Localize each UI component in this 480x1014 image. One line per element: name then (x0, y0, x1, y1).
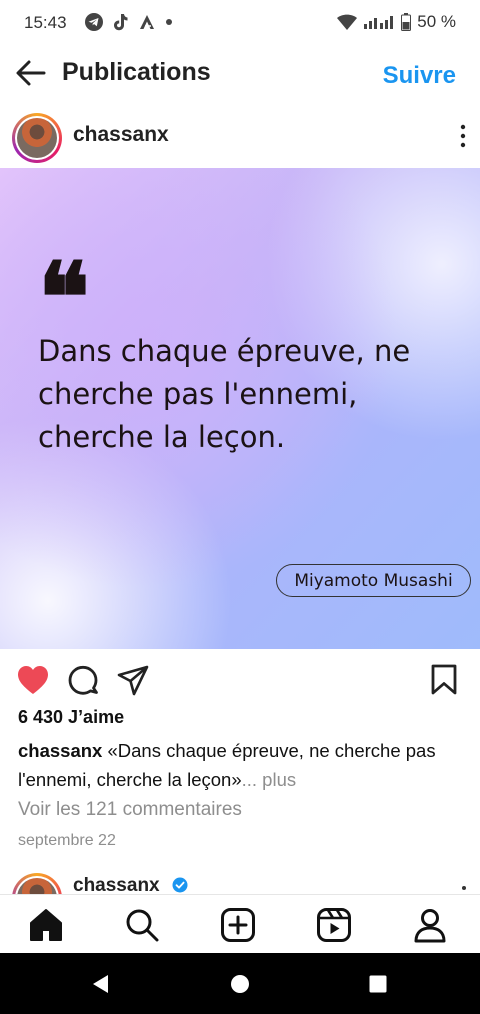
caption-more-link[interactable]: ... plus (242, 769, 297, 790)
battery-icon (401, 13, 412, 31)
profile-icon[interactable] (412, 907, 448, 943)
avatar-image (17, 878, 57, 894)
verified-badge-icon (172, 877, 188, 893)
avatar-border (15, 876, 59, 894)
post-username[interactable]: chassanx (73, 123, 169, 147)
post-actions (0, 660, 480, 700)
status-bar: 15:43 50 % (0, 0, 480, 46)
create-icon[interactable] (220, 907, 256, 943)
battery-level: 50 % (417, 12, 456, 31)
status-time: 15:43 (24, 13, 67, 32)
tiktok-icon (114, 14, 128, 31)
post-header: chassanx (0, 110, 480, 166)
likes-count[interactable]: 6 430 J’aime (18, 707, 124, 728)
next-post-avatar[interactable] (12, 873, 62, 894)
telegram-icon (85, 13, 103, 31)
next-post-more-icon[interactable] (462, 886, 466, 890)
dot-icon (166, 19, 172, 25)
avatar-image (17, 118, 57, 158)
follow-button[interactable]: Suivre (383, 62, 456, 90)
avatar[interactable] (12, 113, 62, 163)
post-image[interactable]: ❝ Dans chaque épreuve, ne cherche pas l'… (0, 168, 480, 649)
bookmark-icon[interactable] (430, 664, 458, 696)
caption-username[interactable]: chassanx (18, 740, 102, 761)
share-icon[interactable] (117, 664, 149, 696)
heart-icon[interactable] (16, 664, 50, 696)
status-notification-icons (84, 12, 174, 32)
comment-icon[interactable] (67, 664, 99, 696)
app-header: Publications Suivre (0, 48, 480, 100)
system-nav-bar (0, 953, 480, 1014)
quote-author: Miyamoto Musashi (276, 564, 471, 597)
reels-icon[interactable] (316, 907, 352, 943)
view-comments-link[interactable]: Voir les 121 commentaires (18, 799, 242, 821)
search-icon[interactable] (124, 907, 160, 943)
home-icon[interactable] (28, 907, 64, 943)
avatar-border (15, 116, 59, 160)
home-circle-icon[interactable] (230, 973, 250, 995)
quote-text: Dans chaque épreuve, ne cherche pas l'en… (38, 334, 411, 454)
post-caption: chassanx «Dans chaque épreuve, ne cherch… (18, 736, 468, 794)
more-options-icon[interactable] (456, 122, 470, 150)
back-triangle-icon[interactable] (90, 973, 112, 995)
next-post-username[interactable]: chassanx (73, 875, 160, 894)
status-system-icons: 50 % (337, 12, 456, 32)
a-icon (140, 15, 154, 29)
post-date: septembre 22 (18, 832, 116, 849)
recents-square-icon[interactable] (368, 973, 388, 995)
signal-icon (364, 16, 394, 29)
next-post-header: chassanx (0, 868, 480, 894)
wifi-icon (337, 14, 358, 30)
page-title: Publications (62, 58, 211, 86)
bottom-nav (0, 894, 480, 953)
back-arrow-icon[interactable] (14, 58, 48, 88)
